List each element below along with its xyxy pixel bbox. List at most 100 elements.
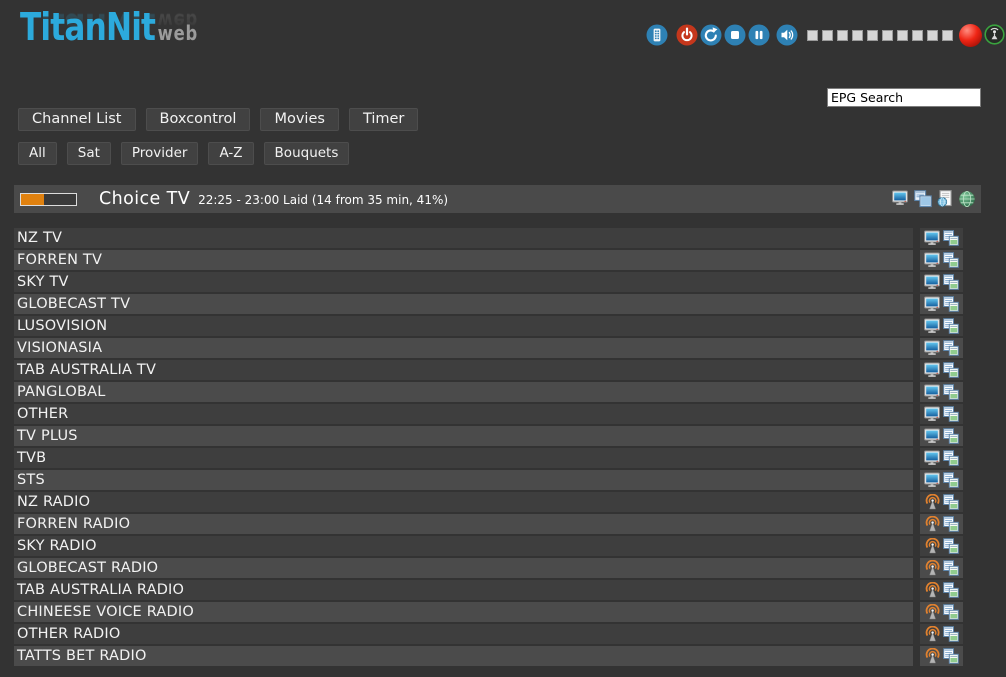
channel-name: PANGLOBAL (17, 384, 106, 400)
channel-row-bar-lusovision[interactable]: LUSOVISION (14, 316, 913, 336)
channel-row-bar-globecast-radio[interactable]: GLOBECAST RADIO (14, 558, 913, 578)
tab-channel-list[interactable]: Channel List (18, 108, 136, 131)
channel-row: NZ TV (14, 228, 963, 248)
channel-name: NZ TV (17, 230, 62, 246)
channel-row-bar-chineese-voice-radio[interactable]: CHINEESE VOICE RADIO (14, 602, 913, 622)
epg-search-input[interactable] (827, 88, 981, 107)
epg-list-icon[interactable] (943, 604, 959, 620)
epg-list-icon[interactable] (943, 472, 959, 488)
channel-row: FORREN TV (14, 250, 963, 270)
radio-icon[interactable] (924, 604, 940, 620)
epg-list-icon[interactable] (943, 626, 959, 642)
channel-row-bar-nz-radio[interactable]: NZ RADIO (14, 492, 913, 512)
channel-row-bar-other[interactable]: OTHER (14, 404, 913, 424)
volume-segment (867, 30, 878, 41)
tv-icon[interactable] (924, 472, 940, 488)
tv-icon[interactable] (924, 230, 940, 246)
channel-row-bar-tatts-bet-radio[interactable]: TATTS BET RADIO (14, 646, 913, 666)
epg-list-icon[interactable] (943, 428, 959, 444)
filter-bouquets[interactable]: Bouquets (264, 142, 350, 165)
radio-icon[interactable] (924, 626, 940, 642)
epg-list-icon[interactable] (943, 274, 959, 290)
epg-list-icon[interactable] (943, 406, 959, 422)
restart-icon[interactable] (700, 24, 722, 46)
stop-icon[interactable] (724, 24, 746, 46)
radio-icon[interactable] (924, 516, 940, 532)
tab-movies[interactable]: Movies (260, 108, 338, 131)
row-gap (913, 602, 920, 622)
globe-icon[interactable] (958, 190, 976, 208)
channel-row-bar-sky-radio[interactable]: SKY RADIO (14, 536, 913, 556)
channel-row-actions (920, 470, 963, 490)
row-gap (913, 426, 920, 446)
epg-list-icon[interactable] (943, 340, 959, 356)
tv-icon[interactable] (924, 362, 940, 378)
epg-list-icon[interactable] (943, 560, 959, 576)
epg-list-icon[interactable] (943, 362, 959, 378)
channel-row-bar-other-radio[interactable]: OTHER RADIO (14, 624, 913, 644)
channel-row: STS (14, 470, 963, 490)
channel-row-bar-globecast-tv[interactable]: GLOBECAST TV (14, 294, 913, 314)
pause-icon[interactable] (748, 24, 770, 46)
channel-name: LUSOVISION (17, 318, 107, 334)
remote-icon[interactable] (646, 24, 668, 46)
epg-list-icon[interactable] (943, 318, 959, 334)
tv-icon[interactable] (924, 384, 940, 400)
filter-all[interactable]: All (18, 142, 57, 165)
channel-name: FORREN RADIO (17, 516, 130, 532)
row-gap (913, 294, 920, 314)
epg-list-icon[interactable] (943, 296, 959, 312)
tv-icon[interactable] (924, 406, 940, 422)
tv-icon[interactable] (924, 296, 940, 312)
epg-list-icon[interactable] (943, 648, 959, 664)
volume-segment (912, 30, 923, 41)
channel-row-bar-visionasia[interactable]: VISIONASIA (14, 338, 913, 358)
windows-icon[interactable] (914, 190, 932, 208)
channel-row-bar-tvb[interactable]: TVB (14, 448, 913, 468)
tv-icon[interactable] (924, 318, 940, 334)
radio-icon[interactable] (924, 582, 940, 598)
tv-icon[interactable] (924, 428, 940, 444)
tv-icon[interactable] (924, 274, 940, 290)
epg-list-icon[interactable] (943, 450, 959, 466)
tab-timer[interactable]: Timer (349, 108, 418, 131)
radio-icon[interactable] (924, 560, 940, 576)
channel-name: NZ RADIO (17, 494, 90, 510)
monitor-icon[interactable] (892, 190, 910, 208)
now-playing-actions (892, 190, 976, 208)
channel-row-bar-sts[interactable]: STS (14, 470, 913, 490)
channel-name: GLOBECAST TV (17, 296, 130, 312)
channel-row-bar-forren-radio[interactable]: FORREN RADIO (14, 514, 913, 534)
channel-row-bar-tab-australia-tv[interactable]: TAB AUSTRALIA TV (14, 360, 913, 380)
epg-list-icon[interactable] (943, 582, 959, 598)
epg-list-icon[interactable] (943, 538, 959, 554)
channel-row-bar-tv-plus[interactable]: TV PLUS (14, 426, 913, 446)
epg-list-icon[interactable] (943, 384, 959, 400)
channel-row-bar-forren-tv[interactable]: FORREN TV (14, 250, 913, 270)
toolbar (646, 23, 1006, 47)
epg-list-icon[interactable] (943, 516, 959, 532)
channel-row-bar-sky-tv[interactable]: SKY TV (14, 272, 913, 292)
filter-provider[interactable]: Provider (121, 142, 199, 165)
tv-icon[interactable] (924, 340, 940, 356)
radio-icon[interactable] (924, 648, 940, 664)
tab-boxcontrol[interactable]: Boxcontrol (146, 108, 251, 131)
tv-icon[interactable] (924, 252, 940, 268)
transmit-icon[interactable] (984, 24, 1006, 46)
volume-icon[interactable] (776, 24, 798, 46)
radio-icon[interactable] (924, 494, 940, 510)
filter-sat[interactable]: Sat (67, 142, 111, 165)
epg-list-icon[interactable] (943, 494, 959, 510)
radio-icon[interactable] (924, 538, 940, 554)
epg-list-icon[interactable] (943, 230, 959, 246)
filter-a-z[interactable]: A-Z (208, 142, 253, 165)
tv-icon[interactable] (924, 450, 940, 466)
power-icon[interactable] (676, 24, 698, 46)
volume-level-indicator (803, 30, 953, 41)
channel-row-bar-tab-australia-radio[interactable]: TAB AUSTRALIA RADIO (14, 580, 913, 600)
epg-page-icon[interactable] (936, 190, 954, 208)
epg-list-icon[interactable] (943, 252, 959, 268)
channel-row-bar-nz-tv[interactable]: NZ TV (14, 228, 913, 248)
channel-row-bar-panglobal[interactable]: PANGLOBAL (14, 382, 913, 402)
channel-name: TAB AUSTRALIA TV (17, 362, 156, 378)
